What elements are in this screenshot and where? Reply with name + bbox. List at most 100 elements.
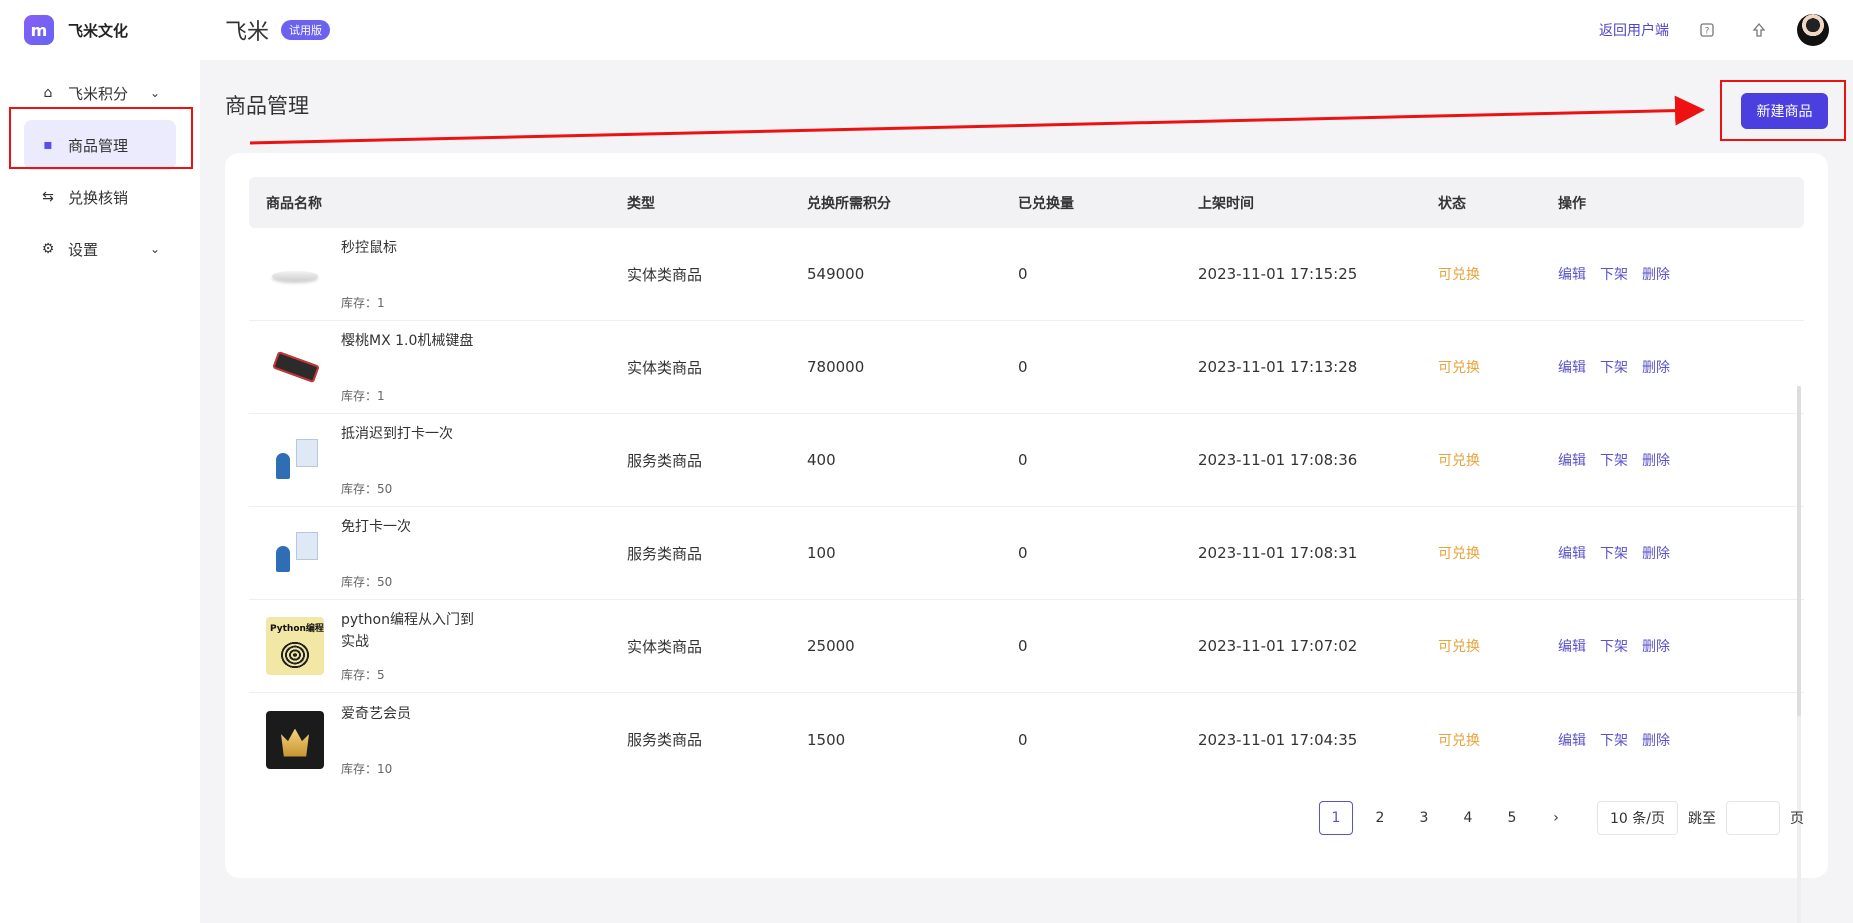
product-sold: 0 [1018, 451, 1028, 469]
unpublish-link[interactable]: 下架 [1600, 543, 1628, 563]
product-time: 2023-11-01 17:08:36 [1198, 451, 1358, 469]
page-size-select[interactable]: 10 条/页 [1597, 801, 1678, 835]
chevron-down-icon: ⌄ [149, 242, 160, 256]
edit-link[interactable]: 编辑 [1558, 450, 1586, 470]
sidebar-item-settings[interactable]: ⚙ 设置 ⌄ [24, 224, 176, 274]
product-time: 2023-11-01 17:04:35 [1198, 730, 1358, 749]
status-badge: 可兑换 [1438, 639, 1480, 655]
unpublish-link[interactable]: 下架 [1600, 730, 1628, 750]
product-sold: 0 [1018, 637, 1028, 655]
product-time: 2023-11-01 17:13:28 [1198, 358, 1358, 376]
sidebar-item-products[interactable]: ▪ 商品管理 [24, 120, 176, 170]
table-scrollbar[interactable] [1797, 386, 1801, 923]
delete-link[interactable]: 删除 [1642, 636, 1670, 656]
new-product-button[interactable]: 新建商品 [1741, 93, 1828, 129]
product-time: 2023-11-01 17:07:02 [1198, 637, 1358, 655]
delete-link[interactable]: 删除 [1642, 543, 1670, 563]
product-name: python编程从入门到实战 [341, 612, 474, 650]
edit-link[interactable]: 编辑 [1558, 543, 1586, 563]
sidebar-item-label: 飞米积分 [68, 84, 129, 103]
brand-logo: m [24, 15, 54, 45]
home-icon: ⌂ [43, 85, 53, 101]
svg-text:?: ? [1705, 27, 1710, 37]
sidebar: m 飞米文化 ⌂ 飞米积分 ⌄ ▪ 商品管理 ⇆ 兑换核销 ⚙ 设置 ⌄ [0, 0, 200, 923]
table-row: 抵消迟到打卡一次 库存：50 服务类商品 400 0 2023-11-01 17… [249, 414, 1804, 507]
app-title: 飞米 [225, 20, 270, 45]
product-thumbnail [266, 710, 324, 769]
product-info: 免打卡一次 库存：50 [341, 516, 411, 590]
status-badge: 可兑换 [1438, 267, 1480, 283]
product-name: 爱奇艺会员 [341, 705, 411, 722]
product-cell: 爱奇艺会员 库存：10 [249, 703, 627, 777]
edit-link[interactable]: 编辑 [1558, 636, 1586, 656]
help-icon-svg: ? [1700, 23, 1714, 37]
scrollbar-thumb[interactable] [1797, 386, 1801, 716]
column-header: 已兑换量 [1018, 195, 1074, 212]
status-badge: 可兑换 [1438, 732, 1480, 749]
row-actions: 编辑 下架 删除 [1558, 730, 1804, 750]
product-thumbnail [266, 338, 324, 396]
edit-link[interactable]: 编辑 [1558, 357, 1586, 377]
brand: m 飞米文化 [0, 0, 200, 60]
product-time: 2023-11-01 17:15:25 [1198, 265, 1358, 283]
product-stock: 库存：10 [341, 761, 393, 776]
jump-page-input[interactable] [1726, 801, 1780, 835]
product-points: 549000 [807, 265, 865, 283]
product-type: 服务类商品 [627, 544, 703, 563]
product-thumbnail [266, 431, 324, 489]
column-header: 操作 [1558, 195, 1586, 212]
product-sold: 0 [1018, 358, 1028, 376]
edit-link[interactable]: 编辑 [1558, 264, 1586, 284]
delete-link[interactable]: 删除 [1642, 264, 1670, 284]
column-header: 商品名称 [266, 195, 322, 212]
product-cell: 樱桃MX 1.0机械键盘 库存：1 [249, 330, 627, 404]
column-header: 兑换所需积分 [807, 195, 891, 212]
table-row: 樱桃MX 1.0机械键盘 库存：1 实体类商品 780000 0 2023-11… [249, 321, 1804, 414]
page-button-3[interactable]: 3 [1407, 801, 1441, 835]
product-info: 秒控鼠标 库存：1 [341, 237, 397, 311]
avatar[interactable] [1797, 14, 1829, 46]
unpublish-link[interactable]: 下架 [1600, 450, 1628, 470]
trial-badge: 试用版 [281, 20, 331, 40]
unpublish-link[interactable]: 下架 [1600, 264, 1628, 284]
product-name: 免打卡一次 [341, 519, 411, 535]
page-button-1[interactable]: 1 [1319, 801, 1354, 835]
table-row: python编程从入门到实战 库存：5 实体类商品 25000 0 2023-1… [249, 600, 1804, 693]
product-sold: 0 [1018, 265, 1028, 283]
product-cell: 免打卡一次 库存：50 [249, 516, 627, 590]
product-cell: 抵消迟到打卡一次 库存：50 [249, 423, 627, 497]
sidebar-item-points[interactable]: ⌂ 飞米积分 ⌄ [24, 68, 176, 118]
table-row: 免打卡一次 库存：50 服务类商品 100 0 2023-11-01 17:08… [249, 507, 1804, 600]
page-button-2[interactable]: 2 [1363, 801, 1397, 835]
delete-link[interactable]: 删除 [1642, 450, 1670, 470]
page-button-5[interactable]: 5 [1495, 801, 1529, 835]
product-type: 实体类商品 [627, 265, 703, 284]
delete-link[interactable]: 删除 [1642, 357, 1670, 377]
row-actions: 编辑 下架 删除 [1558, 543, 1804, 563]
delete-link[interactable]: 删除 [1642, 730, 1670, 750]
sidebar-item-label: 兑换核销 [68, 188, 129, 207]
product-sold: 0 [1018, 730, 1028, 749]
row-actions: 编辑 下架 删除 [1558, 450, 1804, 470]
next-page-icon[interactable]: › [1539, 801, 1573, 835]
product-info: 抵消迟到打卡一次 库存：50 [341, 423, 453, 497]
product-type: 服务类商品 [627, 731, 703, 749]
unpublish-link[interactable]: 下架 [1600, 357, 1628, 377]
back-to-user-link[interactable]: 返回用户端 [1599, 20, 1669, 40]
page-button-4[interactable]: 4 [1451, 801, 1485, 835]
edit-link[interactable]: 编辑 [1558, 730, 1586, 750]
product-thumbnail [266, 524, 324, 582]
unpublish-link[interactable]: 下架 [1600, 636, 1628, 656]
product-name: 抵消迟到打卡一次 [341, 426, 453, 442]
product-stock: 库存：50 [341, 575, 393, 589]
product-thumbnail [266, 617, 324, 675]
swap-icon: ⇆ [42, 189, 54, 205]
product-points: 25000 [807, 637, 855, 655]
upload-icon[interactable] [1745, 16, 1773, 44]
help-icon[interactable]: ? [1693, 16, 1721, 44]
table-header: 商品名称 类型 兑换所需积分 已兑换量 上架时间 状态 操作 [249, 177, 1804, 228]
product-stock: 库存：1 [341, 296, 385, 310]
column-header: 上架时间 [1198, 195, 1254, 212]
sidebar-item-redemption[interactable]: ⇆ 兑换核销 [24, 172, 176, 222]
product-stock: 库存：5 [341, 668, 385, 682]
